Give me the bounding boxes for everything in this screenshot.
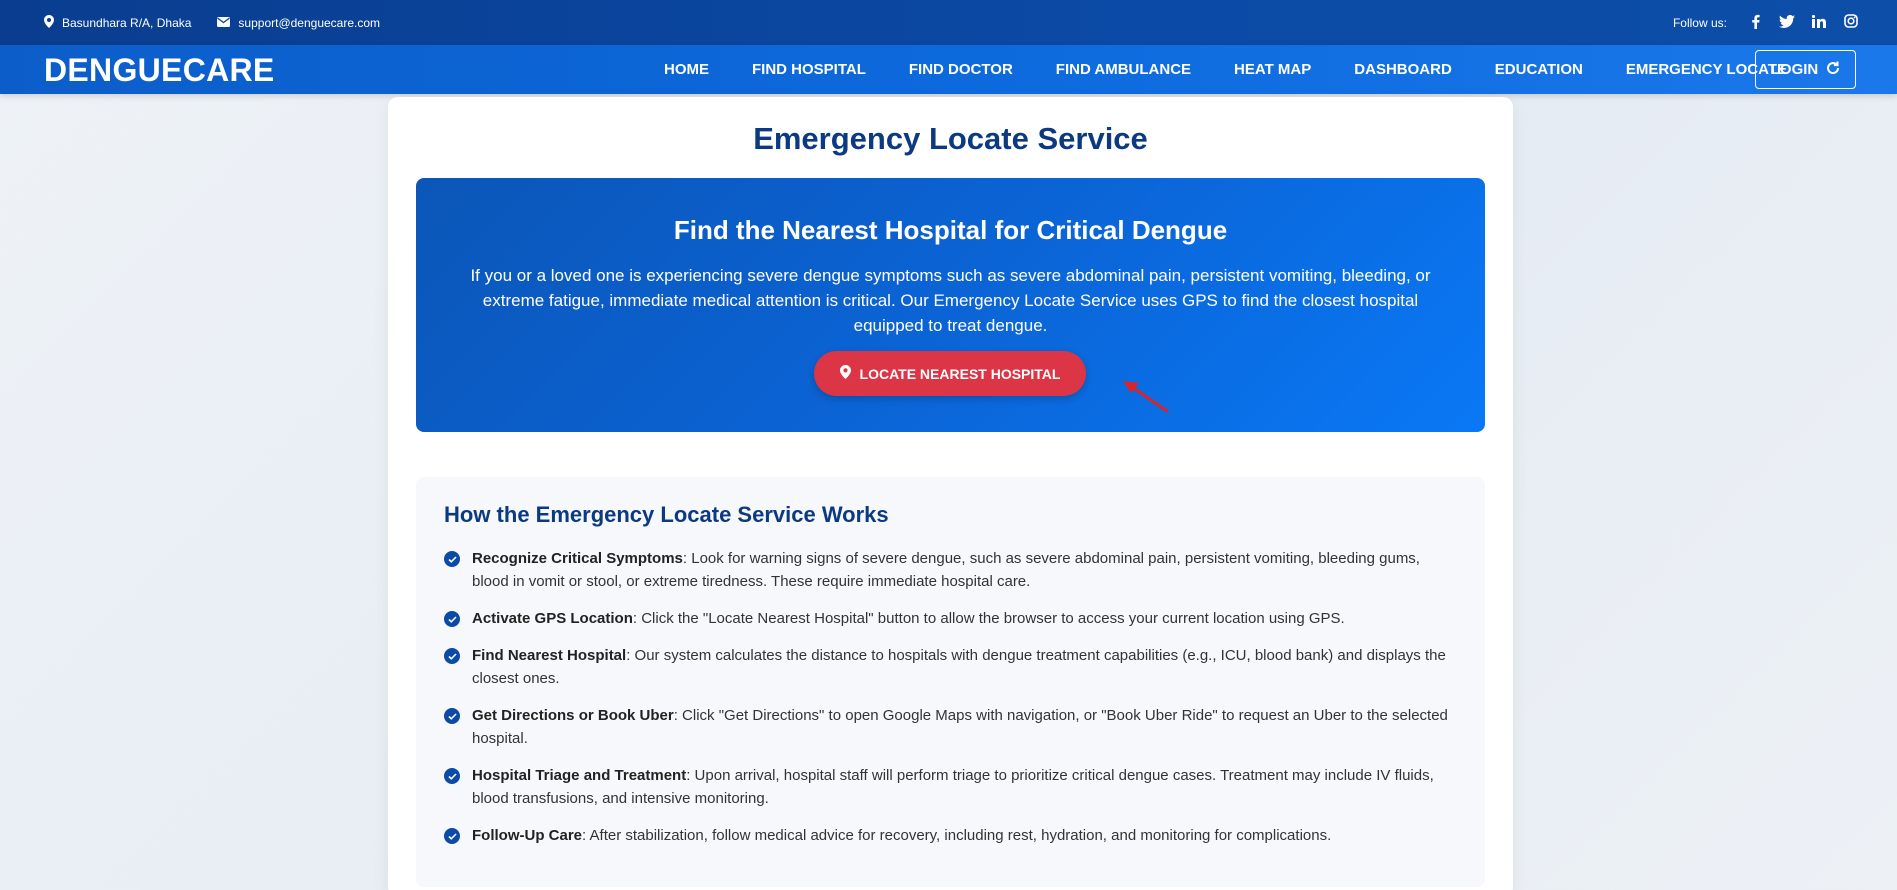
step-title: Activate GPS Location (472, 610, 633, 627)
nav-find-hospital[interactable]: FIND HOSPITAL (752, 61, 866, 78)
envelope-icon (217, 16, 231, 30)
login-button[interactable]: LOGIN (1755, 50, 1856, 89)
step-description: : Click the "Locate Nearest Hospital" bu… (632, 610, 1345, 627)
contact-info: Basundhara R/A, Dhaka support@denguecare… (44, 0, 380, 45)
list-item: Find Nearest Hospital: Our system calcul… (444, 644, 1454, 690)
follow-us: Follow us: (1673, 0, 1859, 45)
login-label: LOGIN (1770, 61, 1819, 78)
check-circle-icon (444, 768, 460, 784)
map-pin-icon (839, 365, 851, 382)
main-navbar: DENGUECARE HOME FIND HOSPITAL FIND DOCTO… (0, 45, 1897, 94)
check-circle-icon (444, 551, 460, 567)
step-text: Follow-Up Care: After stabilization, fol… (472, 824, 1331, 847)
step-title: Hospital Triage and Treatment (472, 767, 687, 784)
step-title: Recognize Critical Symptoms (472, 550, 683, 567)
brand-logo[interactable]: DENGUECARE (44, 52, 275, 89)
follow-label: Follow us: (1672, 15, 1727, 30)
email-item[interactable]: support@denguecare.com (217, 16, 380, 30)
step-text: Activate GPS Location: Click the "Locate… (472, 607, 1345, 630)
list-item: Follow-Up Care: After stabilization, fol… (444, 824, 1454, 847)
step-title: Follow-Up Care (472, 827, 583, 844)
nav-heat-map[interactable]: HEAT MAP (1234, 61, 1311, 78)
step-description: : After stabilization, follow medical ad… (582, 827, 1332, 844)
page-title: Emergency Locate Service (753, 121, 1148, 156)
top-info-bar: Basundhara R/A, Dhaka support@denguecare… (0, 0, 1897, 45)
address-text: Basundhara R/A, Dhaka (62, 15, 192, 30)
list-item: Recognize Critical Symptoms: Look for wa… (444, 547, 1454, 593)
main-card: Emergency Locate Service Find the Neares… (388, 97, 1513, 890)
steps-list: Recognize Critical Symptoms: Look for wa… (444, 547, 1454, 861)
linkedin-icon[interactable] (1811, 14, 1827, 31)
nav-links: HOME FIND HOSPITAL FIND DOCTOR FIND AMBU… (664, 45, 1830, 94)
locate-button-label: LOCATE NEAREST HOSPITAL (859, 365, 1061, 382)
step-text: Find Nearest Hospital: Our system calcul… (472, 644, 1454, 690)
check-circle-icon (444, 611, 460, 627)
hero-banner: Find the Nearest Hospital for Critical D… (416, 178, 1485, 432)
how-it-works-section: How the Emergency Locate Service Works R… (416, 477, 1485, 887)
step-text: Recognize Critical Symptoms: Look for wa… (472, 547, 1454, 593)
address-item: Basundhara R/A, Dhaka (44, 14, 192, 31)
hero-description: If you or a loved one is experiencing se… (470, 266, 1431, 335)
list-item: Hospital Triage and Treatment: Upon arri… (444, 764, 1454, 810)
hero-heading: Find the Nearest Hospital for Critical D… (673, 215, 1228, 245)
locate-nearest-hospital-button[interactable]: LOCATE NEAREST HOSPITAL (814, 351, 1086, 396)
step-title: Get Directions or Book Uber (472, 707, 674, 724)
pointer-arrow-icon (1123, 381, 1169, 413)
map-pin-icon (44, 14, 54, 31)
nav-find-ambulance[interactable]: FIND AMBULANCE (1056, 61, 1191, 78)
instagram-icon[interactable] (1843, 14, 1859, 31)
list-item: Get Directions or Book Uber: Click "Get … (444, 704, 1454, 750)
email-text[interactable]: support@denguecare.com (238, 16, 380, 30)
nav-education[interactable]: EDUCATION (1495, 61, 1583, 78)
step-text: Get Directions or Book Uber: Click "Get … (472, 704, 1454, 750)
nav-dashboard[interactable]: DASHBOARD (1354, 61, 1452, 78)
step-text: Hospital Triage and Treatment: Upon arri… (472, 764, 1454, 810)
nav-find-doctor[interactable]: FIND DOCTOR (909, 61, 1013, 78)
nav-home[interactable]: HOME (664, 61, 709, 78)
check-circle-icon (444, 648, 460, 664)
how-heading: How the Emergency Locate Service Works (444, 502, 889, 527)
step-title: Find Nearest Hospital (472, 647, 627, 664)
refresh-icon (1826, 61, 1840, 79)
list-item: Activate GPS Location: Click the "Locate… (444, 607, 1454, 630)
check-circle-icon (444, 708, 460, 724)
facebook-icon[interactable] (1747, 14, 1763, 32)
check-circle-icon (444, 828, 460, 844)
twitter-icon[interactable] (1779, 14, 1795, 31)
